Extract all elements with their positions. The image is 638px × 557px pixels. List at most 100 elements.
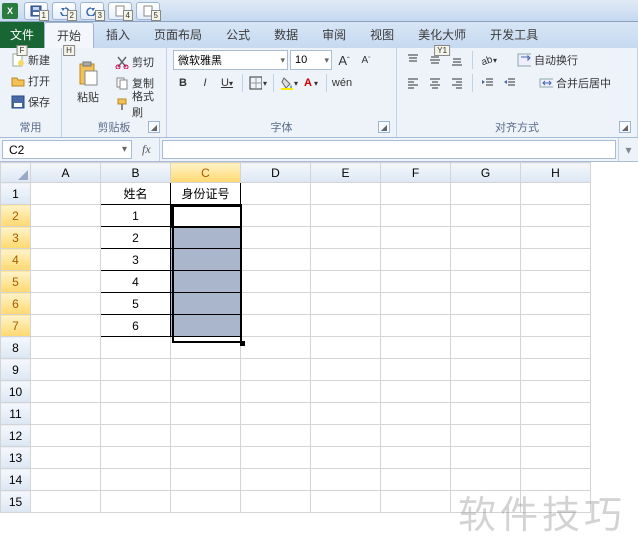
cell-G8[interactable] (451, 337, 521, 359)
cell-F5[interactable] (381, 271, 451, 293)
qat-button-4[interactable]: 4 (108, 2, 132, 20)
cell-F11[interactable] (381, 403, 451, 425)
cell-C3[interactable] (171, 227, 241, 249)
cell-A10[interactable] (31, 381, 101, 403)
font-size-select[interactable]: 10 (290, 50, 332, 70)
cell-G7[interactable] (451, 315, 521, 337)
cell-F12[interactable] (381, 425, 451, 447)
formula-expand-button[interactable]: ▾ (618, 138, 638, 161)
cell-E4[interactable] (311, 249, 381, 271)
cell-D15[interactable] (241, 491, 311, 513)
cell-D5[interactable] (241, 271, 311, 293)
row-header-6[interactable]: 6 (1, 293, 31, 315)
cell-H2[interactable] (521, 205, 591, 227)
cell-D2[interactable] (241, 205, 311, 227)
cell-H15[interactable] (521, 491, 591, 513)
cell-H4[interactable] (521, 249, 591, 271)
cell-E13[interactable] (311, 447, 381, 469)
cell-A3[interactable] (31, 227, 101, 249)
cell-G12[interactable] (451, 425, 521, 447)
cell-D4[interactable] (241, 249, 311, 271)
open-button[interactable]: 打开 (6, 71, 55, 91)
cell-C2[interactable] (171, 205, 241, 227)
col-header-B[interactable]: B (101, 163, 171, 183)
row-header-13[interactable]: 13 (1, 447, 31, 469)
cell-G3[interactable] (451, 227, 521, 249)
cell-A11[interactable] (31, 403, 101, 425)
increase-font-button[interactable]: Aˆ (334, 50, 354, 70)
cell-E3[interactable] (311, 227, 381, 249)
tab-insert[interactable]: 插入 (94, 22, 142, 48)
cell-E15[interactable] (311, 491, 381, 513)
cell-B8[interactable] (101, 337, 171, 359)
cell-C5[interactable] (171, 271, 241, 293)
cell-E6[interactable] (311, 293, 381, 315)
cell-H10[interactable] (521, 381, 591, 403)
cell-B5[interactable]: 4 (101, 271, 171, 293)
cell-F13[interactable] (381, 447, 451, 469)
cell-B10[interactable] (101, 381, 171, 403)
cell-A8[interactable] (31, 337, 101, 359)
cell-A6[interactable] (31, 293, 101, 315)
cell-H7[interactable] (521, 315, 591, 337)
cell-C8[interactable] (171, 337, 241, 359)
cell-E1[interactable] (311, 183, 381, 205)
cell-E12[interactable] (311, 425, 381, 447)
cell-F8[interactable] (381, 337, 451, 359)
cell-F3[interactable] (381, 227, 451, 249)
col-header-E[interactable]: E (311, 163, 381, 183)
cell-D12[interactable] (241, 425, 311, 447)
cell-C1[interactable]: 身份证号 (171, 183, 241, 205)
cell-D10[interactable] (241, 381, 311, 403)
cell-D14[interactable] (241, 469, 311, 491)
cell-F6[interactable] (381, 293, 451, 315)
cell-B13[interactable] (101, 447, 171, 469)
qat-redo-button[interactable]: 3 (80, 2, 104, 20)
cell-F14[interactable] (381, 469, 451, 491)
cell-G9[interactable] (451, 359, 521, 381)
cell-B15[interactable] (101, 491, 171, 513)
tab-home[interactable]: 开始H (44, 22, 94, 48)
row-header-1[interactable]: 1 (1, 183, 31, 205)
cell-G6[interactable] (451, 293, 521, 315)
cell-A7[interactable] (31, 315, 101, 337)
cell-H1[interactable] (521, 183, 591, 205)
format-painter-button[interactable]: 格式刷 (110, 94, 160, 114)
cell-A13[interactable] (31, 447, 101, 469)
cell-F4[interactable] (381, 249, 451, 271)
col-header-G[interactable]: G (451, 163, 521, 183)
underline-button[interactable]: U▾ (217, 73, 237, 93)
orientation-button[interactable]: ab▾ (478, 50, 498, 70)
tab-developer[interactable]: 开发工具 (478, 22, 550, 48)
increase-indent-button[interactable] (500, 73, 520, 93)
cell-B4[interactable]: 3 (101, 249, 171, 271)
cell-H8[interactable] (521, 337, 591, 359)
cell-C6[interactable] (171, 293, 241, 315)
cell-C15[interactable] (171, 491, 241, 513)
align-left-button[interactable] (403, 73, 423, 93)
bold-button[interactable]: B (173, 73, 193, 93)
row-header-2[interactable]: 2 (1, 205, 31, 227)
cell-B2[interactable]: 1 (101, 205, 171, 227)
cell-G4[interactable] (451, 249, 521, 271)
cell-D3[interactable] (241, 227, 311, 249)
tab-view[interactable]: 视图 (358, 22, 406, 48)
tab-formula[interactable]: 公式 (214, 22, 262, 48)
cell-H3[interactable] (521, 227, 591, 249)
align-launcher[interactable]: ◢ (619, 121, 631, 133)
row-header-10[interactable]: 10 (1, 381, 31, 403)
tab-beautify[interactable]: 美化大师Y1 (406, 22, 478, 48)
row-header-11[interactable]: 11 (1, 403, 31, 425)
align-top-button[interactable] (403, 50, 423, 70)
cell-A2[interactable] (31, 205, 101, 227)
cell-F1[interactable] (381, 183, 451, 205)
grid[interactable]: ABCDEFGH1姓名身份证号2132435465768910111213141… (0, 162, 638, 557)
border-button[interactable]: ▾ (248, 73, 268, 93)
align-center-button[interactable] (425, 73, 445, 93)
font-launcher[interactable]: ◢ (378, 121, 390, 133)
cell-E10[interactable] (311, 381, 381, 403)
cell-G11[interactable] (451, 403, 521, 425)
cell-B6[interactable]: 5 (101, 293, 171, 315)
row-header-5[interactable]: 5 (1, 271, 31, 293)
cell-G15[interactable] (451, 491, 521, 513)
